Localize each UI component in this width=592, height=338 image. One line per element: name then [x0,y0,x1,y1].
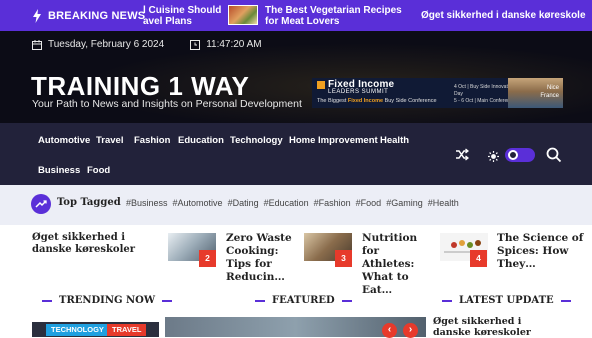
headline-link[interactable]: The Science of Spices: How They… [497,232,587,271]
tag-link[interactable]: #Business [126,198,168,208]
current-date: Tuesday, February 6 2024 [48,39,165,50]
site-tagline: Your Path to News and Insights on Person… [32,98,302,110]
top-tagged-label: Top Tagged [57,197,121,208]
section-dash [442,299,452,302]
section-title: LATEST UPDATE [459,295,554,306]
nav-item-fashion[interactable]: Fashion [134,135,170,146]
advertisement-banner[interactable]: Fixed Income LEADERS SUMMIT The Biggest … [312,78,563,108]
tag-link[interactable]: #Fashion [314,198,351,208]
headline-link[interactable]: Nutrition for Athletes: What to Eat… [362,232,432,297]
ad-country: France [540,93,559,99]
tag-link[interactable]: #Automotive [173,198,223,208]
latest-update-headline[interactable]: Øget sikkerhed i danske køreskoler [433,316,553,338]
article-number-badge: 2 [199,250,216,267]
lightning-icon [32,8,42,23]
ad-location: Nice France [540,84,559,100]
nav-item-travel[interactable]: Travel [96,135,123,146]
ticker-thumbnail[interactable] [228,5,258,25]
tag-link[interactable]: #Food [356,198,382,208]
nav-item-home-improvement[interactable]: Home Improvement [289,135,378,146]
tag-link[interactable]: #Gaming [386,198,423,208]
ticker-item[interactable]: Øget sikkerhed i danske køreskole [421,0,591,31]
category-chip-travel[interactable]: TRAVEL [107,324,147,336]
ticker-item[interactable]: The Best Vegetarian Recipes for Meat Lov… [265,0,405,31]
main-navigation: Automotive Travel Fashion Education Tech… [0,123,592,185]
section-dash [341,299,352,302]
section-header-featured: FEATURED [255,295,352,306]
dark-mode-toggle[interactable] [505,148,535,162]
nav-item-food[interactable]: Food [87,165,110,176]
section-title: FEATURED [272,295,335,306]
calendar-icon [32,39,42,50]
section-header-trending: TRENDING NOW [42,295,173,306]
ad-subtitle: LEADERS SUMMIT [328,89,389,95]
article-number-badge: 3 [335,250,352,267]
ad-description: The Biggest Fixed Income Buy Side Confer… [317,98,437,104]
toggle-knob [508,150,518,160]
section-title: TRENDING NOW [59,295,156,306]
ad-highlight: Fixed Income [347,98,384,104]
tag-list: #Business #Automotive #Dating #Education… [126,198,464,208]
breaking-news-badge: BREAKING NEWS [32,0,145,31]
date-time-bar: Tuesday, February 6 2024 11:47:20 AM [32,39,262,50]
clock-icon [190,39,201,50]
section-dash [42,299,52,302]
trending-icon [31,194,51,214]
section-header-latest: LATEST UPDATE [442,295,571,306]
nav-item-health[interactable]: Health [380,135,409,146]
nav-item-education[interactable]: Education [178,135,224,146]
nav-item-technology[interactable]: Technology [230,135,283,146]
site-header: Tuesday, February 6 2024 11:47:20 AM TRA… [0,31,592,123]
article-number-badge: 4 [470,250,487,267]
section-dash [560,299,571,302]
carousel-next-button[interactable]: › [403,323,418,338]
tag-link[interactable]: #Education [264,198,309,208]
category-chip-technology[interactable]: TECHNOLOGY [46,324,109,336]
current-time: 11:47:20 AM [206,39,262,50]
section-dash [162,299,173,302]
ticker-item[interactable]: l Cuisine Should avel Plans [143,0,223,31]
ad-city: Nice [546,85,559,91]
search-icon[interactable] [546,147,562,168]
breaking-news-label: BREAKING NEWS [48,9,146,22]
tag-link[interactable]: #Health [428,198,459,208]
breaking-news-bar: BREAKING NEWS l Cuisine Should avel Plan… [0,0,592,31]
shuffle-icon[interactable] [455,148,470,166]
site-title[interactable]: TRAINING 1 WAY [31,72,249,100]
sun-icon[interactable] [488,149,499,167]
carousel-prev-button[interactable]: ‹ [382,323,397,338]
nav-item-automotive[interactable]: Automotive [38,135,90,146]
ad-logo [317,81,325,89]
headline-link[interactable]: Øget sikkerhed i danske køreskoler [32,232,160,256]
tag-link[interactable]: #Dating [228,198,259,208]
top-tagged-bar: Top Tagged #Business #Automotive #Dating… [0,185,592,225]
nav-item-business[interactable]: Business [38,165,80,176]
headline-link[interactable]: Zero Waste Cooking: Tips for Reducin… [226,232,296,284]
section-dash [255,299,265,302]
